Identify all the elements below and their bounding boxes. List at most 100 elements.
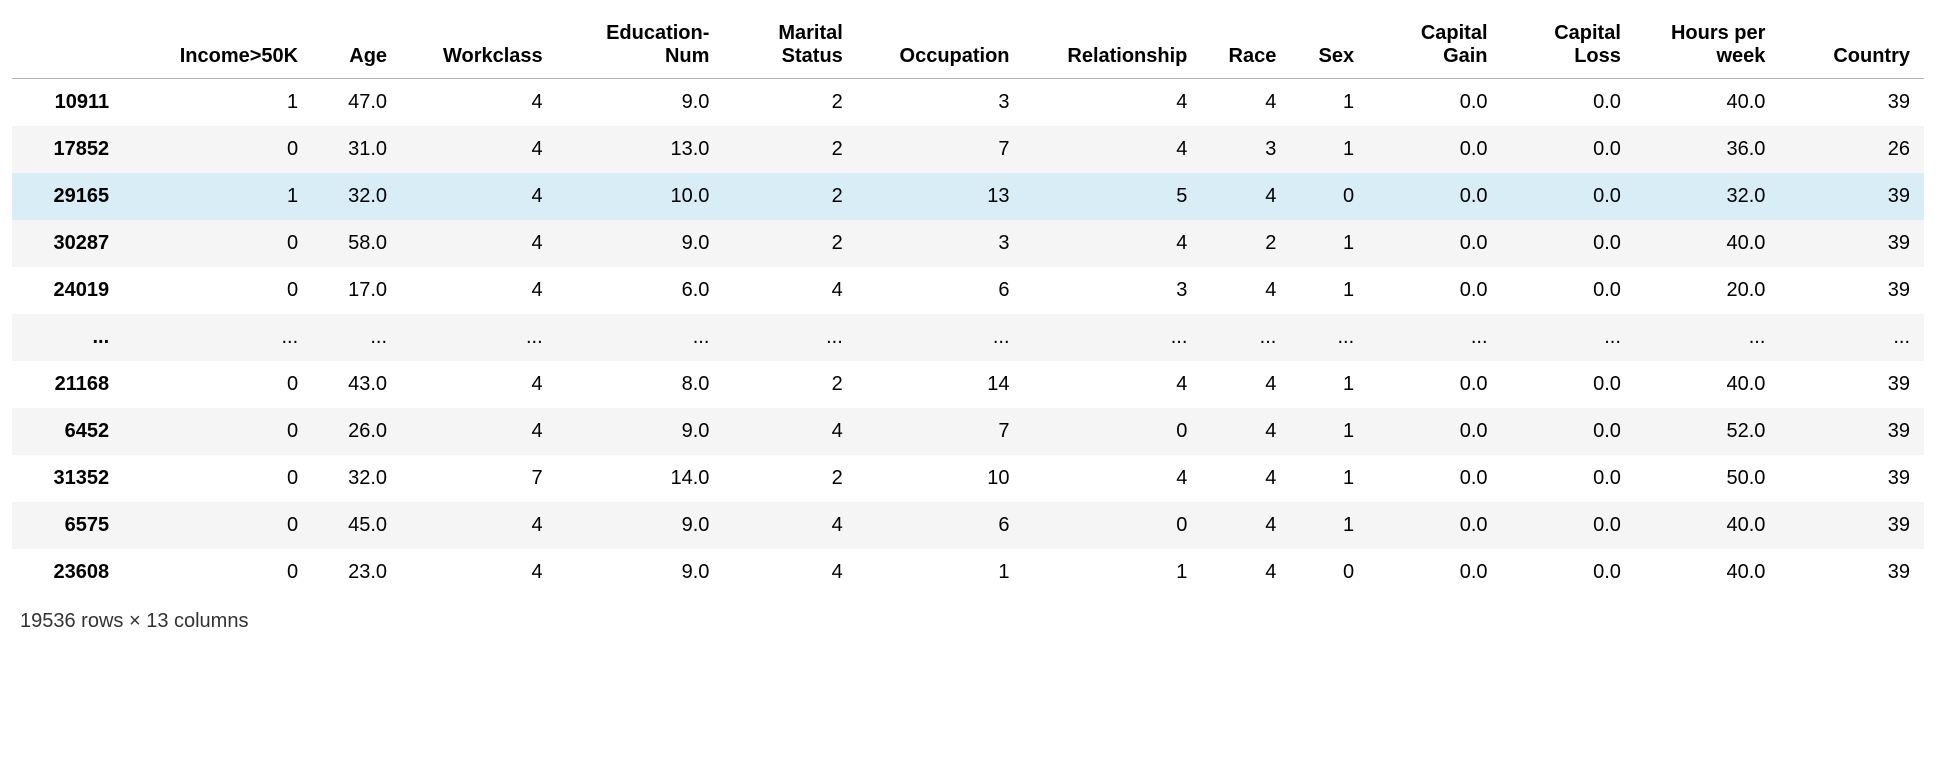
cell: 0	[123, 361, 312, 408]
cell: 1	[1290, 220, 1368, 267]
cell: 4	[401, 173, 557, 220]
row-index: 6575	[12, 502, 123, 549]
cell: 8.0	[557, 361, 724, 408]
cell: 7	[401, 455, 557, 502]
cell: 52.0	[1635, 408, 1780, 455]
cell: 0	[123, 408, 312, 455]
col-header: Age	[312, 12, 401, 79]
cell: 17.0	[312, 267, 401, 314]
table-row: 29165132.0410.02135400.00.032.039	[12, 173, 1924, 220]
cell: 4	[1201, 173, 1290, 220]
cell: 4	[1201, 455, 1290, 502]
cell: 0	[123, 126, 312, 173]
cell: 0.0	[1502, 267, 1635, 314]
cell: 2	[723, 361, 856, 408]
cell: ...	[1368, 314, 1501, 361]
cell: 0.0	[1502, 220, 1635, 267]
cell: 3	[857, 79, 1024, 127]
cell: 0.0	[1502, 79, 1635, 127]
cell: 39	[1779, 455, 1924, 502]
cell: 1	[1024, 549, 1202, 596]
cell: 0	[1024, 408, 1202, 455]
cell: 32.0	[312, 173, 401, 220]
cell: 39	[1779, 173, 1924, 220]
cell: ...	[123, 314, 312, 361]
row-index: 31352	[12, 455, 123, 502]
cell: 39	[1779, 361, 1924, 408]
col-header: Hours per week	[1635, 12, 1780, 79]
col-header: Race	[1201, 12, 1290, 79]
cell: 0.0	[1502, 455, 1635, 502]
cell: 9.0	[557, 502, 724, 549]
cell: 4	[1024, 79, 1202, 127]
cell: ...	[1779, 314, 1924, 361]
cell: 13.0	[557, 126, 724, 173]
cell: 1	[1290, 267, 1368, 314]
cell: 6	[857, 267, 1024, 314]
cell: 3	[1024, 267, 1202, 314]
cell: ...	[1201, 314, 1290, 361]
cell: 4	[401, 361, 557, 408]
cell: ...	[557, 314, 724, 361]
row-index: 21168	[12, 361, 123, 408]
cell: 4	[1201, 79, 1290, 127]
cell: 0	[1290, 549, 1368, 596]
col-header: Capital Gain	[1368, 12, 1501, 79]
cell: 39	[1779, 267, 1924, 314]
cell: 36.0	[1635, 126, 1780, 173]
cell: 2	[723, 79, 856, 127]
cell: 4	[1024, 220, 1202, 267]
cell: 4	[401, 408, 557, 455]
row-index: ...	[12, 314, 123, 361]
cell: 7	[857, 408, 1024, 455]
cell: 4	[723, 408, 856, 455]
cell: 0.0	[1368, 220, 1501, 267]
cell: 0.0	[1502, 126, 1635, 173]
cell: 0.0	[1368, 173, 1501, 220]
cell: 0	[123, 502, 312, 549]
cell: 45.0	[312, 502, 401, 549]
cell: 1	[1290, 361, 1368, 408]
cell: 4	[1201, 549, 1290, 596]
cell: 9.0	[557, 79, 724, 127]
cell: 4	[1201, 502, 1290, 549]
row-index: 29165	[12, 173, 123, 220]
row-index: 24019	[12, 267, 123, 314]
cell: 1	[1290, 79, 1368, 127]
cell: ...	[1635, 314, 1780, 361]
table-row: 10911147.049.0234410.00.040.039	[12, 79, 1924, 127]
cell: 39	[1779, 408, 1924, 455]
cell: 26	[1779, 126, 1924, 173]
row-index: 30287	[12, 220, 123, 267]
table-body: 10911147.049.0234410.00.040.03917852031.…	[12, 79, 1924, 597]
cell: 40.0	[1635, 361, 1780, 408]
table-row: 30287058.049.0234210.00.040.039	[12, 220, 1924, 267]
table-row: 31352032.0714.02104410.00.050.039	[12, 455, 1924, 502]
cell: 0.0	[1502, 173, 1635, 220]
row-index: 10911	[12, 79, 123, 127]
cell: 39	[1779, 79, 1924, 127]
cell: 7	[857, 126, 1024, 173]
cell: 3	[857, 220, 1024, 267]
cell: 1	[123, 79, 312, 127]
cell: 32.0	[312, 455, 401, 502]
cell: 0	[123, 267, 312, 314]
cell: 1	[857, 549, 1024, 596]
cell: 1	[1290, 408, 1368, 455]
cell: 4	[723, 502, 856, 549]
table-row: 24019017.046.0463410.00.020.039	[12, 267, 1924, 314]
cell: 3	[1201, 126, 1290, 173]
cell: 4	[723, 267, 856, 314]
cell: 0	[1024, 502, 1202, 549]
cell: 4	[1201, 408, 1290, 455]
cell: 39	[1779, 502, 1924, 549]
index-header	[12, 12, 123, 79]
cell: 43.0	[312, 361, 401, 408]
cell: 2	[1201, 220, 1290, 267]
col-header: Marital Status	[723, 12, 856, 79]
cell: 0.0	[1502, 549, 1635, 596]
cell: 1	[1290, 502, 1368, 549]
cell: 2	[723, 126, 856, 173]
col-header: Occupation	[857, 12, 1024, 79]
cell: 1	[1290, 455, 1368, 502]
